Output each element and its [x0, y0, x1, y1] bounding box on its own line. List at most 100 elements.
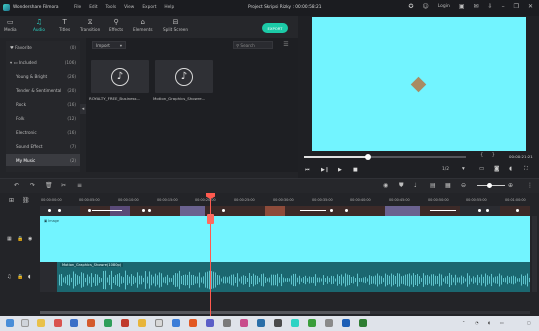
sidebar-item-tender-sentimental[interactable]: Tender & Sentimental (20) — [6, 84, 80, 96]
tab-titles[interactable]: T Titles — [59, 18, 70, 32]
sidebar-item-sound-effect[interactable]: Sound Effect (7) — [6, 140, 80, 152]
speaker-icon[interactable]: ◖ — [28, 274, 31, 280]
render-icon[interactable]: ◉ — [383, 182, 388, 189]
keyframe-marker[interactable] — [142, 209, 145, 212]
close-icon[interactable]: ✕ — [528, 3, 533, 10]
redo-icon[interactable]: ↷ — [30, 182, 35, 189]
maximize-icon[interactable]: ❐ — [514, 3, 519, 10]
shield-icon[interactable]: ⛊ — [399, 182, 404, 190]
skip-back-icon[interactable]: ⏮ — [305, 167, 310, 173]
delete-icon[interactable]: 🗑 — [45, 182, 53, 189]
keyframe-marker[interactable] — [58, 209, 61, 212]
app-icon[interactable] — [325, 319, 333, 327]
export-button[interactable]: EXPORT — [262, 23, 288, 33]
tab-media[interactable]: ▭ Media — [4, 18, 17, 32]
play-pause-icon[interactable]: ▶❙ — [321, 167, 329, 173]
zoom-out-icon[interactable]: ⊖ — [461, 182, 466, 189]
keyframe-marker[interactable] — [345, 209, 348, 212]
stop-icon[interactable]: ■ — [353, 167, 358, 173]
sidebar-item-my-music[interactable]: My Music (2) — [6, 154, 80, 166]
app-icon[interactable] — [240, 319, 248, 327]
app-icon[interactable] — [155, 319, 163, 327]
chrome-icon[interactable] — [138, 319, 146, 327]
app-icon[interactable] — [70, 319, 78, 327]
import-dropdown[interactable]: Import ▾ — [92, 41, 126, 49]
battery-icon[interactable]: ▭ — [500, 320, 504, 325]
undo-icon[interactable]: ↶ — [14, 182, 19, 189]
notification-icon[interactable]: ✪ — [408, 3, 413, 10]
filmora-taskbar-icon[interactable] — [291, 319, 299, 327]
more-options-icon[interactable]: ⋮ — [527, 182, 533, 189]
playback-quality[interactable]: 1/2 — [442, 167, 449, 172]
keyframe-marker[interactable] — [516, 209, 519, 212]
sidebar-item-folk[interactable]: Folk (12) — [6, 112, 80, 124]
menu-help[interactable]: Help — [164, 5, 174, 10]
audio-clip[interactable] — [57, 262, 530, 292]
keyframe-marker[interactable] — [48, 209, 51, 212]
login-link[interactable]: Login — [438, 4, 450, 9]
search-icon[interactable] — [21, 319, 29, 327]
menu-tools[interactable]: Tools — [106, 5, 117, 10]
timeline-vertical-scrollbar[interactable] — [532, 216, 537, 292]
network-icon[interactable]: ◔ — [475, 320, 479, 325]
keyframe-marker[interactable] — [88, 209, 91, 212]
link-icon[interactable]: ⛓ — [22, 197, 30, 204]
keyframe-marker[interactable] — [478, 209, 481, 212]
volume-icon[interactable]: ◖ — [509, 166, 512, 172]
cut-icon[interactable]: ✂ — [61, 182, 66, 189]
app-icon[interactable] — [206, 319, 214, 327]
menu-view[interactable]: View — [124, 5, 134, 10]
video-thumbnail-strip[interactable] — [40, 206, 530, 216]
sidebar-item-rock[interactable]: Rock (16) — [6, 98, 80, 110]
quality-dropdown-icon[interactable]: ▾ — [462, 166, 465, 172]
lock-icon[interactable]: 🔒 — [17, 274, 23, 280]
notification-center-icon[interactable]: ▢ — [527, 320, 531, 325]
video-clip-image[interactable] — [40, 216, 530, 262]
tab-audio[interactable]: ♫ Audio — [33, 18, 45, 32]
preview-scrubber-handle[interactable] — [365, 154, 371, 160]
voiceover-icon[interactable]: ▤ — [430, 182, 436, 189]
play-icon[interactable]: ▶ — [338, 167, 342, 173]
keyframe-marker[interactable] — [486, 209, 489, 212]
add-track-icon[interactable]: ⊞ — [9, 197, 14, 204]
snapshot-icon[interactable]: ▦ — [445, 182, 451, 189]
mail-icon[interactable]: ✉ — [474, 3, 479, 10]
windows-start-icon[interactable] — [6, 319, 14, 327]
menu-export[interactable]: Export — [142, 5, 156, 10]
app-icon[interactable] — [104, 319, 112, 327]
volume-icon[interactable]: ◖ — [488, 320, 490, 325]
sidebar-item-electronic[interactable]: Electronic (16) — [6, 126, 80, 138]
fullscreen-icon[interactable]: ⛶ — [524, 166, 528, 173]
tab-split-screen[interactable]: ⊟ Split Screen — [163, 18, 188, 32]
grid-view-icon[interactable]: ☰ — [282, 41, 290, 49]
search-input[interactable]: ⚲ Search — [233, 41, 273, 49]
timeline-scroll-thumb[interactable] — [40, 311, 370, 314]
app-icon[interactable] — [189, 319, 197, 327]
system-tray-icon[interactable]: ⌃ — [462, 320, 465, 325]
menu-edit[interactable]: Edit — [89, 5, 97, 10]
tab-transition[interactable]: ⧖ Transition — [80, 18, 100, 32]
app-icon[interactable] — [54, 319, 62, 327]
app-icon[interactable] — [342, 319, 350, 327]
keyframe-marker[interactable] — [148, 209, 151, 212]
app-icon[interactable] — [359, 319, 367, 327]
app-icon[interactable] — [87, 319, 95, 327]
media-item-motion-graphics[interactable]: ♪ — [155, 60, 213, 93]
account-icon[interactable]: ☺ — [422, 3, 428, 10]
app-icon[interactable] — [257, 319, 265, 327]
monitor-icon[interactable]: ▭ — [479, 166, 484, 172]
sidebar-item-included[interactable]: ▾ ▭ Included (106) — [6, 56, 80, 68]
microphone-icon[interactable]: ♩ — [414, 182, 417, 189]
mark-in-out-icon[interactable]: {} — [480, 152, 503, 158]
sidebar-item-young-bright[interactable]: Young & Bright (26) — [6, 70, 80, 82]
media-item-royalty-free[interactable]: ♪ — [91, 60, 149, 93]
app-icon[interactable] — [223, 319, 231, 327]
audio-mixer-icon[interactable]: ≡ — [77, 182, 82, 189]
tab-effects[interactable]: ⚲ Effects — [109, 18, 123, 32]
playhead-handle[interactable] — [207, 214, 214, 224]
keyframe-marker[interactable] — [330, 209, 333, 212]
app-icon[interactable] — [121, 319, 129, 327]
zoom-slider-handle[interactable] — [487, 183, 492, 188]
menu-file[interactable]: File — [74, 5, 81, 10]
file-explorer-icon[interactable] — [37, 319, 45, 327]
